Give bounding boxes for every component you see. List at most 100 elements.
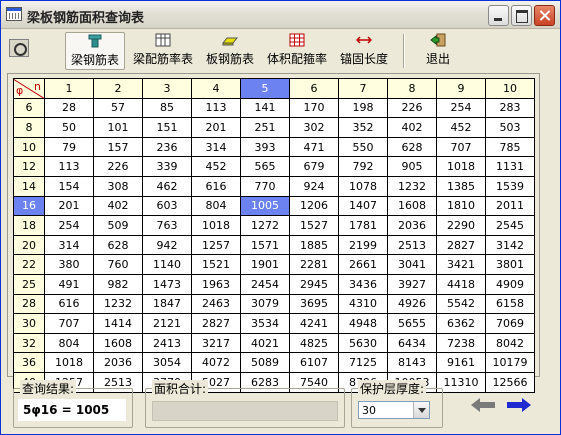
table-cell[interactable]: 10179 — [485, 352, 535, 373]
table-cell[interactable]: 491 — [44, 273, 94, 295]
table-cell[interactable]: 785 — [485, 136, 535, 158]
column-header[interactable]: 7 — [338, 78, 388, 99]
table-cell[interactable]: 3079 — [240, 293, 290, 315]
row-header[interactable]: 18 — [13, 215, 45, 236]
arrow-left-icon[interactable] — [471, 398, 495, 412]
table-cell[interactable]: 763 — [142, 215, 192, 236]
table-cell[interactable]: 616 — [44, 293, 94, 315]
cover-thickness-select[interactable]: 30 — [358, 401, 430, 419]
column-header[interactable]: 3 — [142, 78, 192, 99]
table-cell[interactable]: 339 — [142, 156, 192, 177]
table-cell[interactable]: 254 — [44, 215, 94, 236]
table-cell[interactable]: 3436 — [338, 273, 388, 295]
table-cell[interactable]: 2281 — [289, 254, 339, 275]
table-cell[interactable]: 1206 — [289, 195, 339, 217]
table-cell[interactable]: 2454 — [240, 273, 290, 295]
table-cell[interactable]: 50 — [44, 117, 94, 138]
table-cell[interactable]: 85 — [142, 97, 192, 119]
table-cell[interactable]: 352 — [338, 117, 388, 138]
table-cell[interactable]: 1608 — [93, 332, 143, 354]
table-cell[interactable]: 1901 — [240, 254, 290, 275]
table-cell[interactable]: 462 — [142, 175, 192, 197]
table-cell[interactable]: 101 — [93, 117, 143, 138]
table-cell[interactable]: 226 — [93, 156, 143, 177]
table-cell[interactable]: 402 — [387, 117, 437, 138]
table-cell[interactable]: 157 — [93, 136, 143, 158]
table-cell[interactable]: 4825 — [289, 332, 339, 354]
table-cell[interactable]: 4310 — [338, 293, 388, 315]
table-cell[interactable]: 254 — [436, 97, 486, 119]
table-cell[interactable]: 6107 — [289, 352, 339, 373]
table-cell[interactable]: 982 — [93, 273, 143, 295]
table-cell[interactable]: 2463 — [191, 293, 241, 315]
table-cell[interactable]: 3695 — [289, 293, 339, 315]
table-cell[interactable]: 2413 — [142, 332, 192, 354]
table-cell[interactable]: 565 — [240, 156, 290, 177]
table-cell[interactable]: 6362 — [436, 313, 486, 334]
table-cell[interactable]: 1527 — [289, 215, 339, 236]
table-cell[interactable]: 113 — [44, 156, 94, 177]
table-cell[interactable]: 4072 — [191, 352, 241, 373]
table-cell[interactable]: 792 — [338, 156, 388, 177]
table-cell[interactable]: 154 — [44, 175, 94, 197]
table-cell[interactable]: 3801 — [485, 254, 535, 275]
table-cell[interactable]: 2545 — [485, 215, 535, 236]
row-header[interactable]: 10 — [13, 136, 45, 158]
table-cell[interactable]: 1257 — [191, 234, 241, 256]
table-cell[interactable]: 1847 — [142, 293, 192, 315]
row-header[interactable]: 8 — [13, 117, 45, 138]
table-cell[interactable]: 236 — [142, 136, 192, 158]
table-cell[interactable]: 1885 — [289, 234, 339, 256]
settings-icon[interactable] — [9, 39, 29, 57]
column-header[interactable]: 2 — [93, 78, 143, 99]
table-cell[interactable]: 550 — [338, 136, 388, 158]
row-header[interactable]: 36 — [13, 352, 45, 373]
table-cell[interactable]: 1018 — [191, 215, 241, 236]
row-header[interactable]: 32 — [13, 332, 45, 354]
table-cell[interactable]: 11310 — [436, 371, 486, 393]
table-cell[interactable]: 1232 — [387, 175, 437, 197]
table-cell[interactable]: 402 — [93, 195, 143, 217]
table-cell[interactable]: 1473 — [142, 273, 192, 295]
tool-stirrup-ratio[interactable]: 体积配箍率 — [261, 32, 333, 70]
table-cell[interactable]: 9161 — [436, 352, 486, 373]
table-cell[interactable]: 1608 — [387, 195, 437, 217]
table-cell[interactable]: 503 — [485, 117, 535, 138]
table-cell[interactable]: 924 — [289, 175, 339, 197]
table-cell[interactable]: 760 — [93, 254, 143, 275]
table-cell[interactable]: 12566 — [485, 371, 535, 393]
table-cell[interactable]: 3421 — [436, 254, 486, 275]
table-cell[interactable]: 2121 — [142, 313, 192, 334]
table-cell[interactable]: 151 — [142, 117, 192, 138]
table-cell[interactable]: 1571 — [240, 234, 290, 256]
table-cell[interactable]: 707 — [44, 313, 94, 334]
table-cell[interactable]: 1232 — [93, 293, 143, 315]
table-cell[interactable]: 4909 — [485, 273, 535, 295]
table-cell[interactable]: 7125 — [338, 352, 388, 373]
table-cell[interactable]: 1414 — [93, 313, 143, 334]
table-cell[interactable]: 8042 — [485, 332, 535, 354]
selected-cell[interactable]: 1005 — [240, 195, 290, 217]
table-cell[interactable]: 707 — [436, 136, 486, 158]
table-cell[interactable]: 1131 — [485, 156, 535, 177]
maximize-button[interactable] — [511, 5, 532, 26]
table-cell[interactable]: 7069 — [485, 313, 535, 334]
close-button[interactable] — [534, 5, 555, 26]
table-cell[interactable]: 4021 — [240, 332, 290, 354]
table-cell[interactable]: 4926 — [387, 293, 437, 315]
table-cell[interactable]: 1539 — [485, 175, 535, 197]
table-cell[interactable]: 283 — [485, 97, 535, 119]
table-cell[interactable]: 1781 — [338, 215, 388, 236]
table-cell[interactable]: 8143 — [387, 352, 437, 373]
table-cell[interactable]: 251 — [240, 117, 290, 138]
table-cell[interactable]: 380 — [44, 254, 94, 275]
table-cell[interactable]: 942 — [142, 234, 192, 256]
table-cell[interactable]: 3041 — [387, 254, 437, 275]
column-header[interactable]: 6 — [289, 78, 339, 99]
table-cell[interactable]: 314 — [44, 234, 94, 256]
tool-anchor-length[interactable]: 锚固长度 — [335, 32, 393, 70]
row-header[interactable]: 28 — [13, 293, 45, 315]
table-cell[interactable]: 7238 — [436, 332, 486, 354]
table-cell[interactable]: 4948 — [338, 313, 388, 334]
table-cell[interactable]: 905 — [387, 156, 437, 177]
